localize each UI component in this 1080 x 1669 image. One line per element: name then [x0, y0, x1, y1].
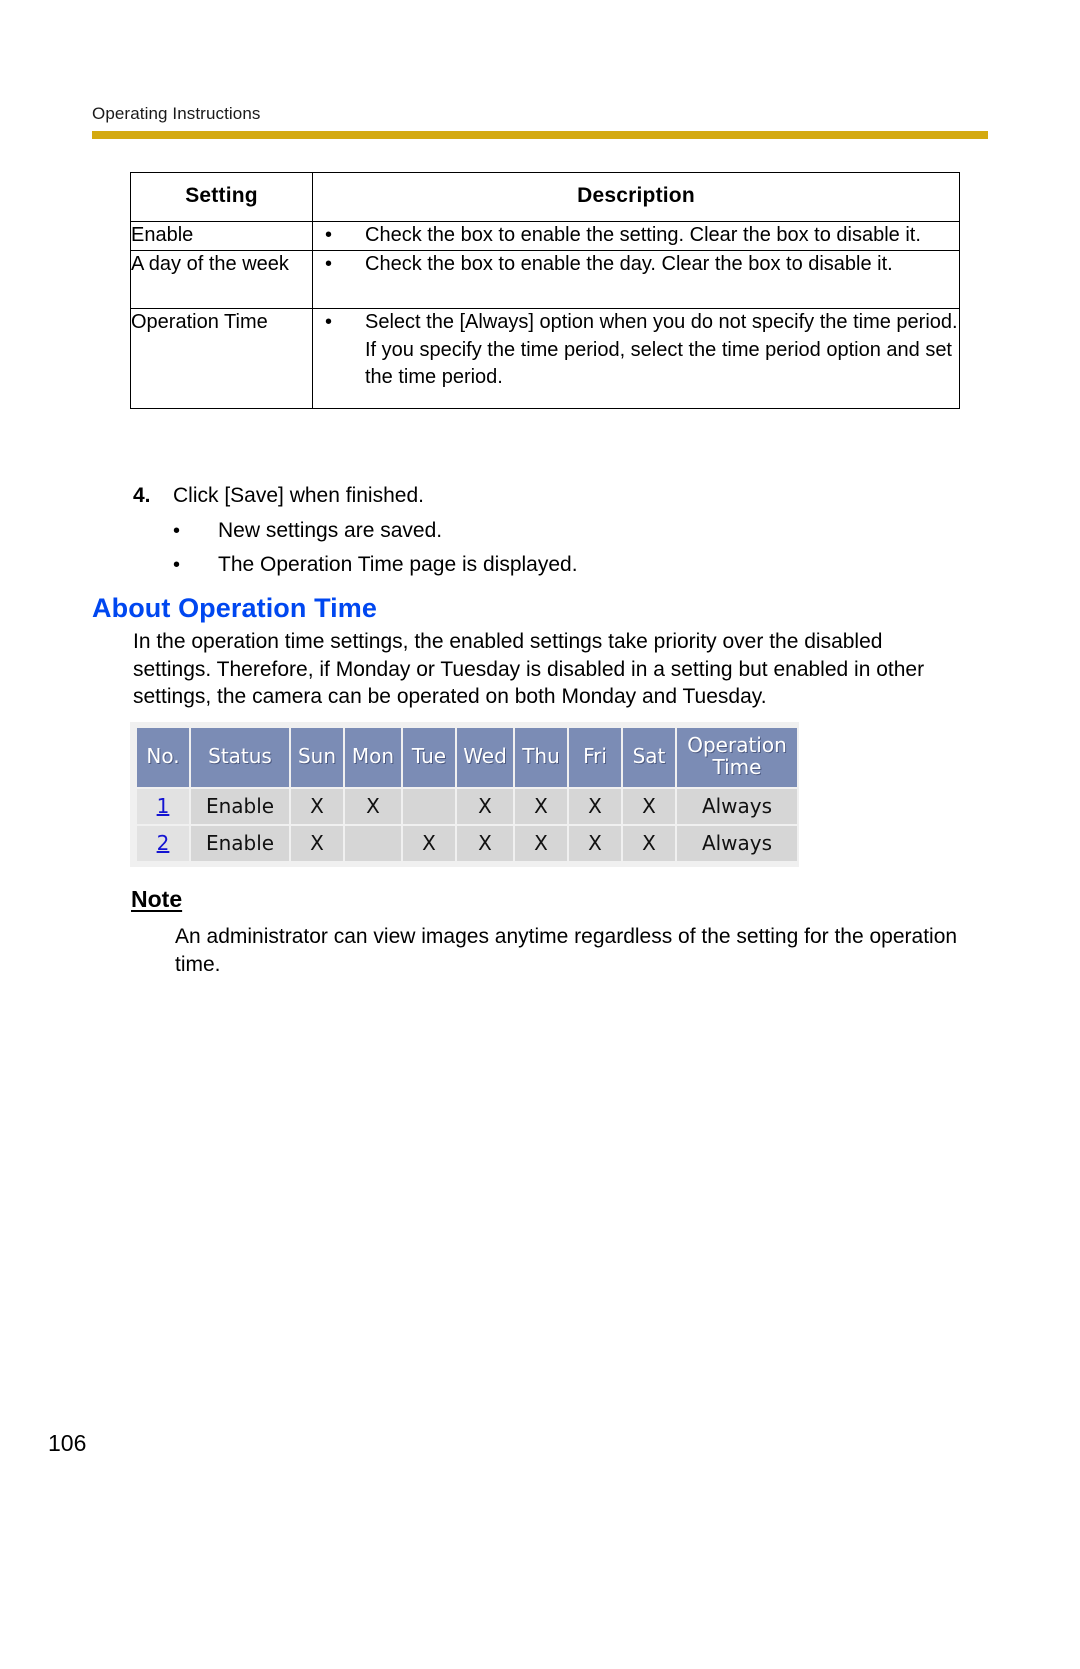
step-bullet-list: • New settings are saved. • The Operatio… — [133, 519, 963, 577]
status-cell: Enable — [191, 788, 289, 824]
day-cell-mon: X — [345, 788, 401, 824]
operation-time-header-row: No. Status Sun Mon Tue Wed Thu Fri Sat O… — [137, 728, 797, 787]
page-number: 106 — [48, 1430, 87, 1456]
day-cell-wed: X — [457, 788, 513, 824]
settings-table-header-row: Setting Description — [130, 172, 960, 222]
setting-description: • Check the box to enable the day. Clear… — [312, 249, 960, 310]
column-header-setting: Setting — [130, 172, 313, 222]
list-item-text: New settings are saved. — [218, 519, 443, 542]
list-item: • New settings are saved. — [173, 519, 963, 543]
bullet-icon: • — [325, 311, 333, 334]
setting-name: Enable — [130, 221, 313, 251]
day-cell-fri: X — [569, 825, 621, 861]
step-text: Click [Save] when finished. — [173, 484, 424, 507]
operation-time-table: No. Status Sun Mon Tue Wed Thu Fri Sat O… — [135, 726, 799, 863]
setting-name: A day of the week — [130, 249, 313, 310]
document-page: Operating Instructions Setting Descripti… — [0, 0, 1080, 1669]
setting-description: • Check the box to enable the setting. C… — [312, 221, 960, 251]
settings-table: Setting Description Enable • Check the b… — [130, 172, 960, 409]
note-heading: Note — [131, 886, 183, 912]
column-header-description: Description — [312, 172, 960, 222]
table-row: Operation Time • Select the [Always] opt… — [130, 308, 960, 409]
column-header-fri: Fri — [569, 728, 621, 787]
table-row: A day of the week • Check the box to ena… — [130, 249, 960, 310]
column-header-sat: Sat — [623, 728, 675, 787]
day-cell-mon — [345, 825, 401, 861]
day-cell-wed: X — [457, 825, 513, 861]
day-cell-tue: X — [403, 825, 455, 861]
column-header-wed: Wed — [457, 728, 513, 787]
column-header-tue: Tue — [403, 728, 455, 787]
description-text: Check the box to enable the day. Clear t… — [365, 252, 893, 275]
header-rule — [92, 131, 988, 139]
day-cell-sun: X — [291, 825, 343, 861]
setting-description: • Select the [Always] option when you do… — [312, 308, 960, 409]
column-header-status: Status — [191, 728, 289, 787]
column-header-no: No. — [137, 728, 189, 787]
row-number-link[interactable]: 2 — [157, 831, 170, 855]
bullet-icon: • — [325, 252, 333, 275]
day-cell-thu: X — [515, 788, 567, 824]
day-cell-sun: X — [291, 788, 343, 824]
row-number-cell: 1 — [137, 788, 189, 824]
operation-time-cell: Always — [677, 788, 797, 824]
operation-time-screenshot: No. Status Sun Mon Tue Wed Thu Fri Sat O… — [130, 722, 799, 867]
table-row: 1 Enable X X X X X X Always — [137, 788, 797, 824]
row-number-cell: 2 — [137, 825, 189, 861]
day-cell-fri: X — [569, 788, 621, 824]
step-number: 4. — [133, 484, 151, 507]
table-row: 2 Enable X X X X X X Always — [137, 825, 797, 861]
row-number-link[interactable]: 1 — [157, 794, 170, 818]
day-cell-sat: X — [623, 788, 675, 824]
column-header-mon: Mon — [345, 728, 401, 787]
day-cell-sat: X — [623, 825, 675, 861]
numbered-step: 4. Click [Save] when finished. • New set… — [133, 484, 963, 587]
column-header-sun: Sun — [291, 728, 343, 787]
day-cell-thu: X — [515, 825, 567, 861]
bullet-icon: • — [325, 224, 333, 246]
status-cell: Enable — [191, 825, 289, 861]
note-body: An administrator can view images anytime… — [175, 925, 958, 976]
column-header-operation-time: Operation Time — [677, 728, 797, 787]
operation-time-cell: Always — [677, 825, 797, 861]
section-paragraph: In the operation time settings, the enab… — [133, 630, 925, 709]
table-row: Enable • Check the box to enable the set… — [130, 221, 960, 251]
list-item: • The Operation Time page is displayed. — [173, 553, 963, 577]
column-header-thu: Thu — [515, 728, 567, 787]
setting-name: Operation Time — [130, 308, 313, 409]
running-header: Operating Instructions — [92, 104, 261, 123]
description-text: Check the box to enable the setting. Cle… — [365, 224, 921, 246]
day-cell-tue — [403, 788, 455, 824]
bullet-icon: • — [173, 554, 181, 576]
description-text: Select the [Always] option when you do n… — [365, 311, 958, 389]
bullet-icon: • — [173, 520, 181, 542]
section-heading: About Operation Time — [92, 593, 378, 623]
list-item-text: The Operation Time page is displayed. — [218, 553, 578, 576]
